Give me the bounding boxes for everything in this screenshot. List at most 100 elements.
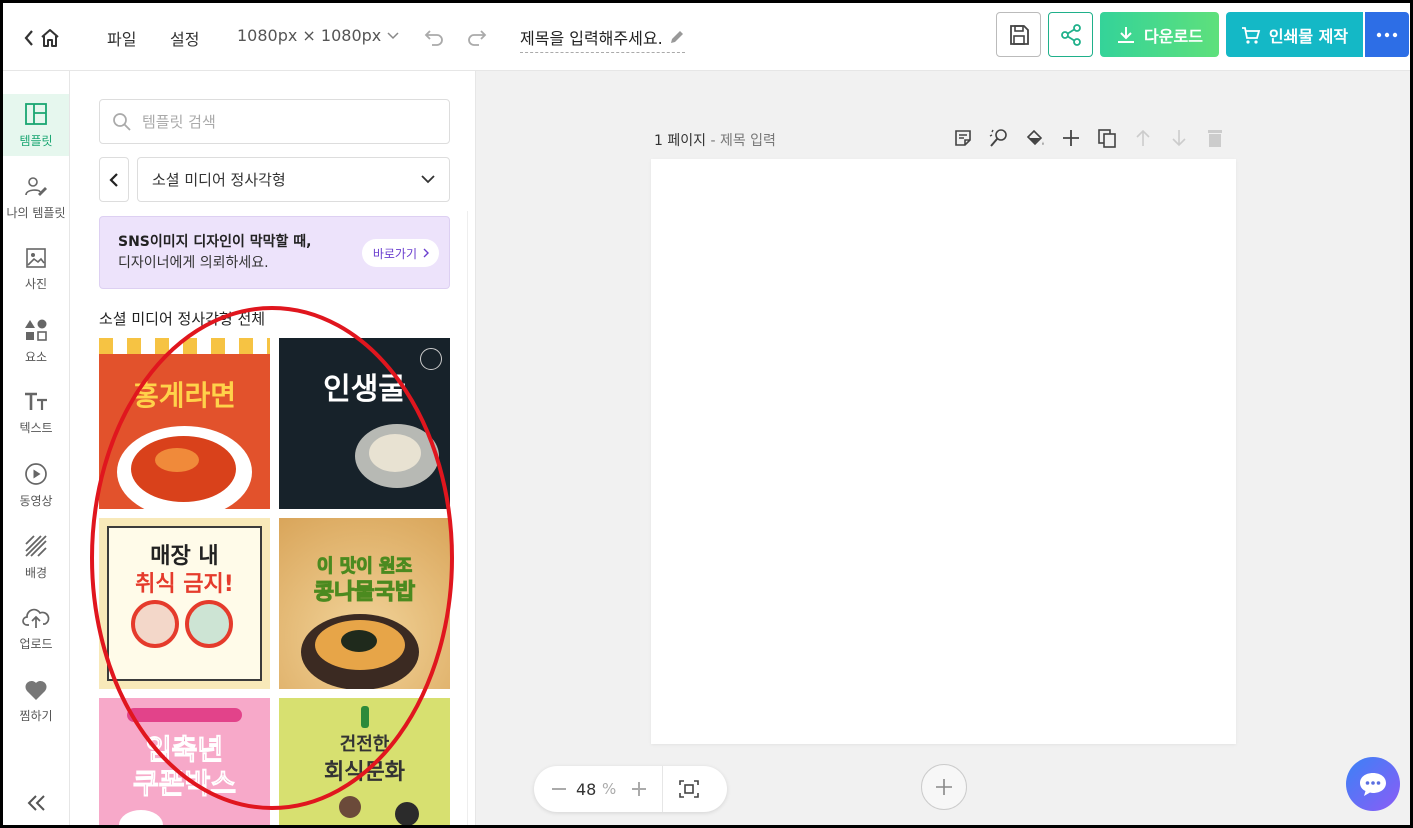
chat-support-button[interactable] [1346,757,1400,811]
rail-label: 요소 [24,349,48,364]
shapes-icon [25,319,47,341]
paint-bucket-icon [1026,129,1044,146]
layout-template-icon [25,102,47,125]
download-icon [1118,26,1135,43]
canvas-size-dropdown[interactable]: 1080px × 1080px [237,26,399,45]
rail-label: 배경 [24,565,48,580]
template-search-input[interactable] [142,112,432,131]
fit-to-screen-button[interactable] [663,766,715,812]
panel-scrollbar[interactable] [467,211,468,825]
rail-label: 템플릿 [19,133,53,148]
category-back-button[interactable] [99,157,129,202]
prohibition-illustration [185,600,233,648]
print-order-label: 인쇄물 제작 [1268,26,1349,46]
move-page-down-button[interactable] [1168,126,1190,150]
cloud-upload-icon [22,608,50,628]
template-headline: 홍게라면 [132,379,237,412]
design-page[interactable] [651,159,1236,744]
zoom-control: 48 % [534,766,727,812]
download-button[interactable]: 다운로드 [1100,12,1219,57]
rail-item-video[interactable]: 동영상 [3,454,69,516]
rail-item-upload[interactable]: 업로드 [3,598,69,660]
document-title[interactable]: 제목을 입력해주세요. [520,25,685,53]
page-memo-button[interactable] [952,126,974,150]
template-headline-1: 건전한 [339,734,390,755]
settings-menu[interactable]: 설정 [170,26,199,50]
pattern-icon [25,534,47,557]
move-page-up-button[interactable] [1132,126,1154,150]
badge-illustration [420,348,442,370]
save-button[interactable] [996,12,1041,57]
app-window: 파일 설정 1080px × 1080px 제목을 입력해주세요. 다운로드 인… [0,0,1413,828]
template-headline-2: 회식문화 [324,760,405,785]
chevron-right-icon [423,248,429,258]
template-card[interactable]: 홍게라면 [99,338,270,509]
download-label: 다운로드 [1144,26,1203,46]
undo-icon[interactable] [422,25,446,49]
category-label: 소셜 미디어 정사각형 [152,171,286,189]
rail-item-favorites[interactable]: 찜하기 [3,670,69,732]
zoom-out-button[interactable] [542,766,576,812]
image-icon [26,247,46,268]
person-illustration [395,802,419,825]
arrow-up-icon [1136,129,1150,146]
minus-icon [552,788,566,790]
rail-label: 찜하기 [19,708,53,723]
share-button[interactable] [1048,12,1093,57]
canvas-size-label: 1080px × 1080px [237,26,382,45]
template-headline-2: 쿠폰박스 [132,767,237,801]
rail-label: 나의 템플릿 [6,205,66,220]
rail-item-photos[interactable]: 사진 [3,238,69,300]
promo-go-button[interactable]: 바로가기 [361,239,439,267]
zoom-in-button[interactable] [622,766,656,812]
cart-icon [1241,26,1261,44]
canvas-area: 1 페이지 - 제목 입력 48 % [476,71,1410,825]
fit-screen-icon [679,780,699,798]
plus-icon [1063,130,1079,146]
home-button[interactable] [23,25,69,51]
page-magic-button[interactable] [988,126,1010,150]
template-card[interactable]: 이 맛이 원조 콩나물국밥 [279,518,450,689]
wand-icon [989,129,1007,147]
collapse-panel-icon[interactable] [23,791,49,815]
rail-item-text[interactable]: 텍스트 [3,382,69,444]
rail-item-background[interactable]: 배경 [3,526,69,588]
play-circle-icon [25,462,47,485]
rail-label: 사진 [24,276,48,291]
redo-icon[interactable] [465,25,489,49]
zoom-value[interactable]: 48 [576,780,596,799]
print-order-button[interactable]: 인쇄물 제작 [1226,12,1363,57]
person-illustration [339,796,361,818]
template-card[interactable]: 매장 내 취식 금지! [99,518,270,689]
template-card[interactable]: 인생굴 [279,338,450,509]
delete-page-button[interactable] [1204,126,1226,150]
arrow-down-icon [1172,130,1186,147]
user-edit-icon [25,176,47,196]
document-title-text: 제목을 입력해주세요. [520,29,663,48]
duplicate-page-button[interactable] [1096,126,1118,150]
page-fill-button[interactable] [1024,126,1046,150]
search-icon [113,112,131,131]
add-page-inline-button[interactable] [1060,126,1082,150]
rail-item-elements[interactable]: 요소 [3,310,69,372]
more-options-button[interactable] [1365,12,1409,57]
rail-item-my-templates[interactable]: 나의 템플릿 [3,166,69,228]
rail-item-templates[interactable]: 템플릿 [3,94,69,156]
template-card[interactable]: 건전한 회식문화 [279,698,450,825]
page-label[interactable]: 1 페이지 - 제목 입력 [654,130,776,150]
prohibition-illustration [131,600,179,648]
add-page-button[interactable] [921,764,967,810]
left-rail: 템플릿 나의 템플릿 사진 요소 텍스트 동영상 배경 업로드 찜하기 [3,71,70,825]
bottle-illustration [361,706,369,728]
page-number: 1 페이지 [654,133,706,149]
chat-bubble-icon [1360,773,1386,796]
text-icon [25,392,47,410]
share-icon [1060,23,1081,46]
promo-go-label: 바로가기 [372,246,417,261]
template-card[interactable]: 임축년 쿠폰박스 [99,698,270,825]
seaweed-illustration [341,630,377,652]
category-dropdown[interactable]: 소셜 미디어 정사각형 [137,157,450,202]
template-headline-2: 취식 금지! [135,572,234,597]
file-menu[interactable]: 파일 [107,26,136,50]
copy-icon [1098,129,1116,148]
